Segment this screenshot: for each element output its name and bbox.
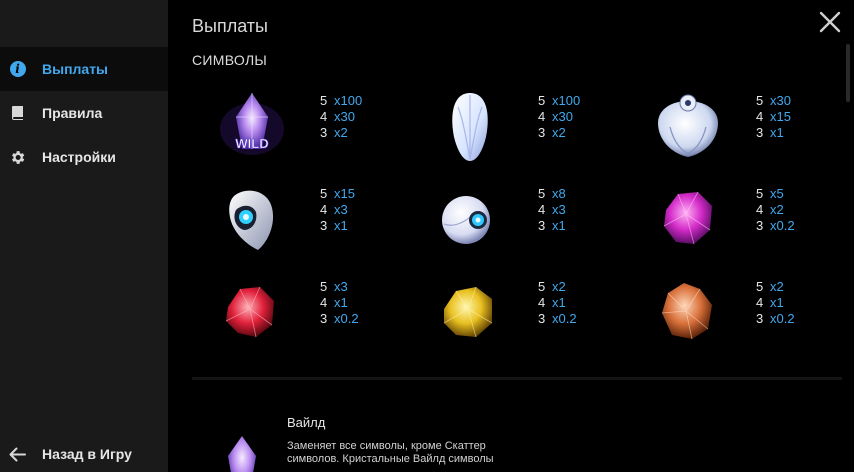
info-icon: i bbox=[9, 61, 26, 78]
payout-list: 5 x3 4 x1 3 x0.2 bbox=[320, 279, 359, 326]
sidebar-item-label: Правила bbox=[42, 105, 103, 121]
wild-crystal-symbol bbox=[228, 436, 256, 472]
white-pod-symbol bbox=[452, 93, 488, 161]
orange-crystal-symbol bbox=[661, 283, 712, 340]
paytable-cell: 5 x3 4 x1 3 x0.2 bbox=[212, 273, 422, 353]
payout-list: 5 x15 4 x3 3 x1 bbox=[320, 186, 355, 233]
svg-text:WILD: WILD bbox=[235, 136, 268, 151]
paytable-cell: 5 x8 4 x3 3 x1 bbox=[430, 180, 640, 260]
white-robot-symbol bbox=[658, 94, 718, 157]
payout-list: 5 x100 4 x30 3 x2 bbox=[320, 93, 363, 140]
payout-list: 5 x2 4 x1 3 x0.2 bbox=[756, 279, 795, 326]
back-label: Назад в Игру bbox=[42, 446, 132, 462]
paytable-cell: WILD 5 x100 4 x30 3 x2 bbox=[212, 87, 422, 167]
payout-list: 5 x100 4 x30 3 x2 bbox=[538, 93, 581, 140]
wild-description: Заменяет все символы, кроме Скаттер симв… bbox=[287, 440, 494, 465]
paytable-cell: 5 x2 4 x1 3 x0.2 bbox=[430, 273, 640, 353]
yellow-crystal-symbol bbox=[443, 286, 493, 338]
arrow-left-icon bbox=[9, 446, 26, 463]
robot-head-symbol bbox=[229, 190, 274, 250]
sidebar-item-rules[interactable]: Правила bbox=[0, 91, 168, 135]
wild-title: Вайлд bbox=[287, 415, 326, 430]
divider bbox=[192, 377, 842, 380]
section-title: СИМВОЛЫ bbox=[192, 52, 268, 68]
close-button[interactable] bbox=[816, 8, 844, 36]
paytable-cell: 5 x15 4 x3 3 x1 bbox=[212, 180, 422, 260]
wild-crystal-symbol: WILD bbox=[220, 93, 284, 155]
page-title: Выплаты bbox=[192, 16, 268, 36]
white-orb-symbol bbox=[442, 196, 490, 244]
payouts-panel: Выплаты СИМВОЛЫ WILD 5 x100 4 x30 3 x2 5 x10… bbox=[168, 0, 854, 472]
gear-icon bbox=[9, 149, 26, 166]
sidebar-item-settings[interactable]: Настройки bbox=[0, 135, 168, 179]
sidebar: i Выплаты Правила Настройки Назад в Игру bbox=[0, 0, 168, 472]
book-icon bbox=[9, 105, 26, 122]
sidebar-item-payouts[interactable]: i Выплаты bbox=[0, 47, 168, 91]
red-crystal-symbol bbox=[225, 286, 274, 338]
back-to-game-button[interactable]: Назад в Игру bbox=[0, 432, 168, 472]
paytable-cell: 5 x2 4 x1 3 x0.2 bbox=[648, 273, 854, 353]
payout-list: 5 x2 4 x1 3 x0.2 bbox=[538, 279, 577, 326]
pink-crystal-symbol bbox=[663, 191, 712, 245]
payout-list: 5 x8 4 x3 3 x1 bbox=[538, 186, 566, 233]
sidebar-item-label: Настройки bbox=[42, 149, 116, 165]
payout-list: 5 x30 4 x15 3 x1 bbox=[756, 93, 791, 140]
paytable-cell: 5 x100 4 x30 3 x2 bbox=[430, 87, 640, 167]
paytable-cell: 5 x30 4 x15 3 x1 bbox=[648, 87, 854, 167]
close-icon bbox=[819, 11, 841, 33]
paytable-cell: 5 x5 4 x2 3 x0.2 bbox=[648, 180, 854, 260]
payout-list: 5 x5 4 x2 3 x0.2 bbox=[756, 186, 795, 233]
sidebar-item-label: Выплаты bbox=[42, 61, 109, 77]
